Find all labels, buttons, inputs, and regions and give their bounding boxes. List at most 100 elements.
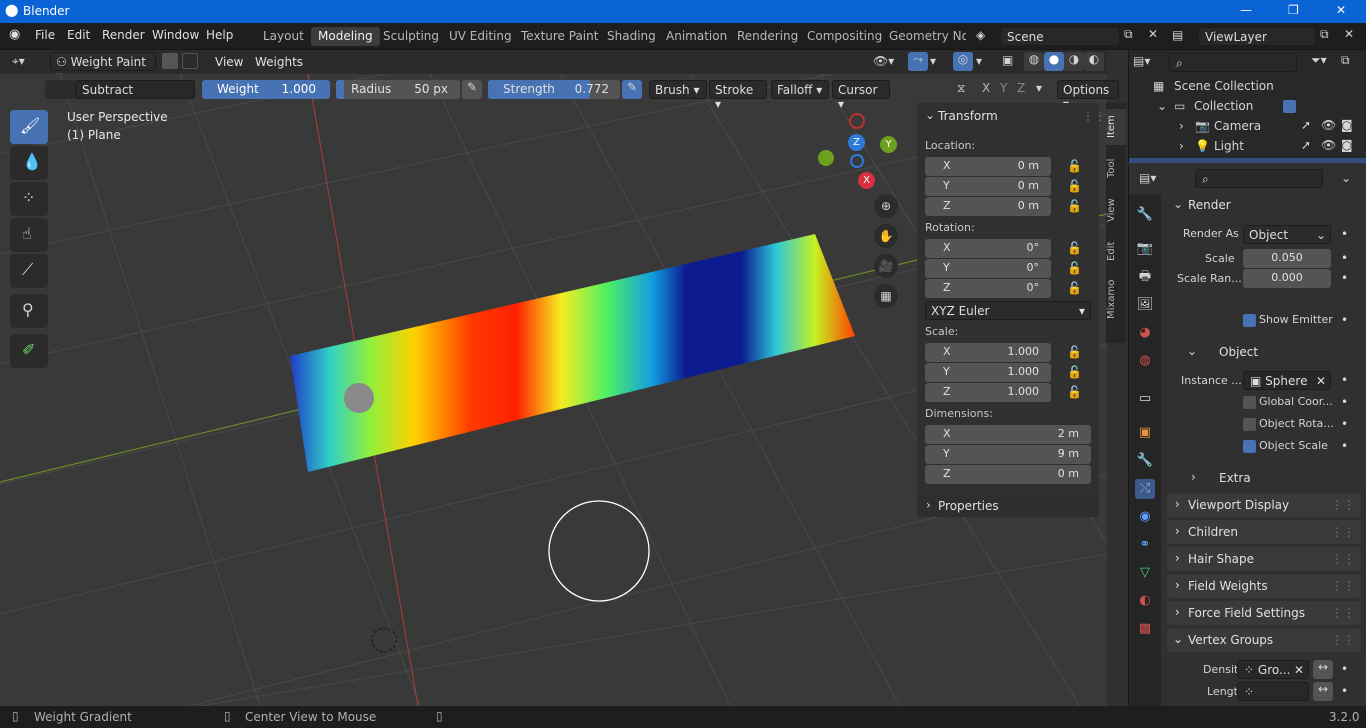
- menu-view[interactable]: View: [215, 55, 243, 69]
- gradient-tool[interactable]: ⟋: [10, 254, 48, 288]
- menu-edit[interactable]: Edit: [67, 28, 90, 42]
- menu-render[interactable]: Render: [102, 28, 145, 42]
- tab-shading[interactable]: Shading: [600, 27, 663, 46]
- scale-x-field[interactable]: X 1.000: [925, 343, 1051, 362]
- visibility-eye-icon[interactable]: 👁: [1321, 118, 1336, 132]
- gizmo-dropdown-icon[interactable]: ▾: [930, 54, 936, 68]
- clear-icon[interactable]: ✕: [1294, 663, 1304, 677]
- lock-icon[interactable]: 🔓: [1067, 261, 1082, 275]
- gizmo-neg-y-icon[interactable]: [849, 113, 865, 129]
- lock-icon[interactable]: 🔓: [1067, 281, 1082, 295]
- keyframe-dot-icon[interactable]: •: [1341, 662, 1348, 676]
- rotation-mode-select[interactable]: XYZ Euler ▾: [925, 301, 1091, 320]
- xray-icon[interactable]: ▣: [1002, 53, 1013, 67]
- tab-modeling[interactable]: Modeling: [311, 27, 380, 46]
- object-rotation-checkbox[interactable]: [1243, 418, 1256, 431]
- instance-object-field[interactable]: ▣ Sphere ✕: [1243, 371, 1331, 390]
- plane-row-partial[interactable]: [1129, 158, 1366, 163]
- mirror-z-toggle[interactable]: Z: [1017, 81, 1025, 95]
- keyframe-dot-icon[interactable]: •: [1341, 251, 1348, 265]
- gizmo-y-axis[interactable]: Y: [880, 136, 897, 153]
- menu-file[interactable]: File: [35, 28, 55, 42]
- zoom-icon[interactable]: ⊕: [874, 194, 898, 218]
- constraints-tab-icon[interactable]: ⚭: [1135, 535, 1155, 555]
- transform-collapse-icon[interactable]: ⌄: [925, 108, 935, 122]
- overlay-dropdown-icon[interactable]: ▾: [976, 54, 982, 68]
- lock-icon[interactable]: 🔓: [1067, 345, 1082, 359]
- physics-tab-icon[interactable]: ◉: [1135, 507, 1155, 527]
- average-tool[interactable]: ⁘: [10, 182, 48, 216]
- mirror-y-toggle[interactable]: Y: [1000, 81, 1007, 95]
- texture-tab-icon[interactable]: ▩: [1135, 619, 1155, 639]
- rotation-z-field[interactable]: Z 0°: [925, 279, 1051, 298]
- maximize-button[interactable]: ❐: [1288, 3, 1299, 17]
- pan-hand-icon[interactable]: ✋: [874, 224, 898, 248]
- viewport-display-panel[interactable]: › Viewport Display ⋮⋮: [1167, 493, 1361, 517]
- location-z-field[interactable]: Z 0 m: [925, 197, 1051, 216]
- modifier-tab-icon[interactable]: 🔧: [1135, 451, 1155, 471]
- drag-handle-icon[interactable]: ⋮⋮: [1331, 498, 1355, 512]
- data-tab-icon[interactable]: ▽: [1135, 563, 1155, 583]
- particles-tab-icon[interactable]: ⤭: [1135, 479, 1155, 499]
- vertex-select-icon[interactable]: [182, 53, 198, 69]
- material-tab-icon[interactable]: ◐: [1135, 591, 1155, 611]
- keyframe-dot-icon[interactable]: •: [1341, 395, 1348, 409]
- smear-tool[interactable]: ☝: [10, 218, 48, 252]
- keyframe-dot-icon[interactable]: •: [1341, 439, 1348, 453]
- keyframe-dot-icon[interactable]: •: [1341, 313, 1348, 327]
- keyframe-dot-icon[interactable]: •: [1341, 373, 1348, 387]
- drag-handle-icon[interactable]: ⋮⋮: [1331, 633, 1355, 647]
- field-weights-panel[interactable]: › Field Weights ⋮⋮: [1167, 574, 1361, 598]
- menu-window[interactable]: Window: [152, 28, 199, 42]
- overlay-toggle-icon[interactable]: ◎: [953, 52, 973, 71]
- stroke-menu[interactable]: Stroke ▾: [709, 80, 767, 111]
- dimensions-y-field[interactable]: Y 9 m: [925, 445, 1091, 464]
- drag-handle-icon[interactable]: ⋮⋮: [1331, 579, 1355, 593]
- rotation-y-field[interactable]: Y 0°: [925, 259, 1051, 278]
- render-as-select[interactable]: Object ⌄: [1243, 225, 1331, 244]
- extra-subpanel-header[interactable]: › Extra: [1181, 467, 1351, 489]
- keyframe-dot-icon[interactable]: •: [1341, 684, 1348, 698]
- dimensions-z-field[interactable]: Z 0 m: [925, 465, 1091, 484]
- drag-handle-icon[interactable]: ⋮⋮: [1331, 552, 1355, 566]
- object-subpanel-header[interactable]: ⌄ Object: [1181, 341, 1351, 363]
- vertex-groups-panel[interactable]: ⌄ Vertex Groups ⋮⋮: [1167, 628, 1361, 652]
- lock-icon[interactable]: 🔓: [1067, 385, 1082, 399]
- outliner-type-icon[interactable]: ▤▾: [1133, 54, 1150, 68]
- blur-tool[interactable]: 💧: [10, 146, 48, 180]
- blend-mode-field[interactable]: Subtract: [75, 80, 195, 99]
- scene-collection-label[interactable]: Scene Collection: [1174, 79, 1274, 93]
- gizmo-x-axis[interactable]: X: [858, 172, 875, 189]
- lock-icon[interactable]: 🔓: [1067, 199, 1082, 213]
- tab-edit[interactable]: Edit: [1106, 237, 1126, 265]
- tab-sculpting[interactable]: Sculpting: [376, 27, 446, 46]
- tab-tool[interactable]: Tool: [1106, 153, 1126, 183]
- new-scene-icon[interactable]: ⧉: [1124, 27, 1133, 42]
- sample-weight-tool[interactable]: ⚲: [10, 294, 48, 328]
- drag-handle-icon[interactable]: ⋮⋮: [1331, 606, 1355, 620]
- density-group-field[interactable]: ⁘ Gro... ✕: [1237, 660, 1309, 679]
- lock-icon[interactable]: 🔓: [1067, 159, 1082, 173]
- lock-icon[interactable]: 🔓: [1067, 179, 1082, 193]
- keyframe-dot-icon[interactable]: •: [1341, 227, 1348, 241]
- minimize-button[interactable]: —: [1240, 3, 1252, 17]
- delete-view-layer-icon[interactable]: ✕: [1344, 27, 1354, 41]
- tab-rendering[interactable]: Rendering: [730, 27, 805, 46]
- strength-pressure-icon[interactable]: ✎: [622, 80, 642, 99]
- material-shading-icon[interactable]: ◑: [1064, 52, 1084, 71]
- visibility-eye-icon[interactable]: 👁: [1321, 138, 1336, 152]
- render-panel-header[interactable]: ⌄ Render: [1167, 193, 1361, 217]
- options-menu[interactable]: Options ▾: [1057, 80, 1119, 111]
- object-scale-checkbox[interactable]: [1243, 440, 1256, 453]
- solid-shading-icon[interactable]: ●: [1044, 52, 1064, 71]
- draw-brush-tool[interactable]: 🖌: [10, 110, 48, 144]
- mirror-x-toggle[interactable]: X: [982, 81, 990, 95]
- render-camera-icon[interactable]: ◙: [1341, 138, 1353, 152]
- select-toggle-icon[interactable]: ➚: [1301, 118, 1311, 132]
- properties-search[interactable]: ⌕: [1195, 169, 1323, 188]
- properties-subpanel[interactable]: › Properties: [917, 495, 1099, 517]
- scale-randomness-field[interactable]: 0.000: [1243, 269, 1331, 288]
- tab-item[interactable]: Item: [1106, 109, 1126, 145]
- location-y-field[interactable]: Y 0 m: [925, 177, 1051, 196]
- scene-tab-icon[interactable]: ◕: [1135, 323, 1155, 343]
